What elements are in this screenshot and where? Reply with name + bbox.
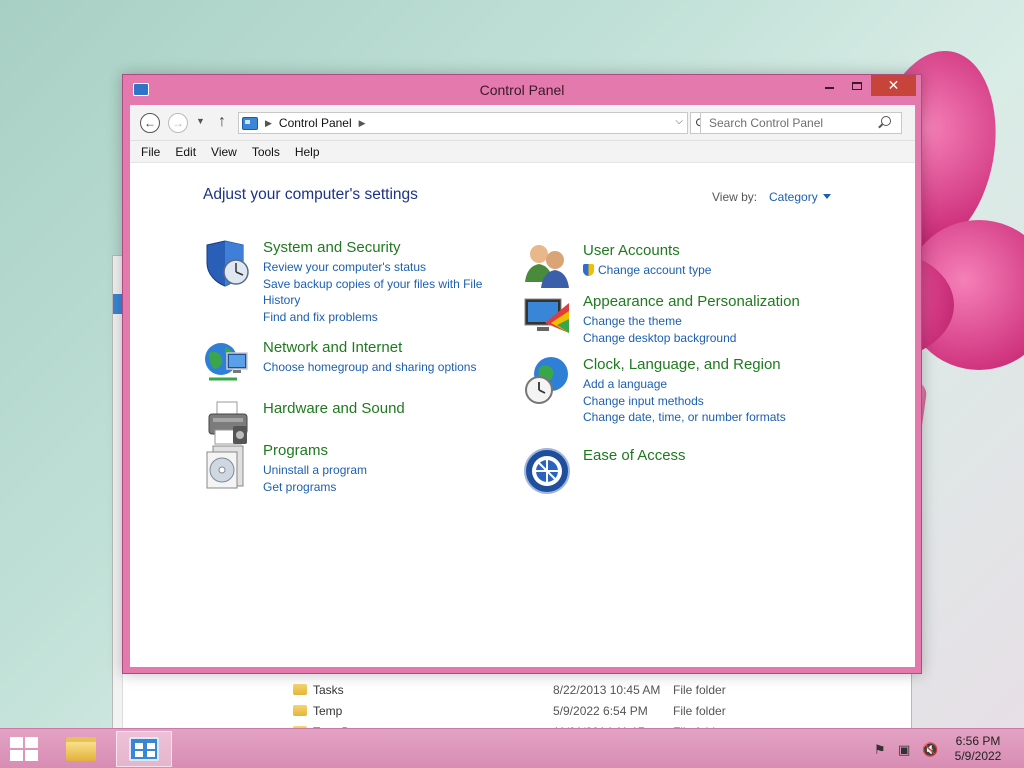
- taskbar-file-explorer[interactable]: [53, 731, 109, 767]
- category-link[interactable]: Change account type: [583, 262, 823, 279]
- file-list-row[interactable]: Temp 5/9/2022 6:54 PM File folder: [293, 700, 853, 721]
- chevron-down-icon[interactable]: ⌵: [675, 116, 683, 127]
- up-arrow-icon: ↑: [218, 113, 226, 130]
- clock-date: 5/9/2022: [954, 749, 1002, 763]
- search-input[interactable]: [700, 112, 902, 134]
- category-link[interactable]: Uninstall a program: [263, 462, 503, 479]
- chevron-down-icon[interactable]: [823, 194, 831, 199]
- search-icon[interactable]: [881, 116, 891, 126]
- network-icon[interactable]: ▣: [898, 742, 910, 758]
- category-link[interactable]: Add a language: [583, 376, 823, 393]
- uac-shield-icon: [583, 264, 594, 276]
- maximize-button[interactable]: [843, 75, 871, 96]
- view-by-dropdown[interactable]: Category: [769, 190, 818, 204]
- file-type: File folder: [673, 682, 726, 697]
- category-link[interactable]: Get programs: [263, 479, 503, 496]
- category-link[interactable]: Review your computer's status: [263, 259, 503, 276]
- category-link[interactable]: Choose homegroup and sharing options: [263, 359, 503, 376]
- navigation-bar: ← → ▼ ↑ ▶ Control Panel ▶ ⌵ ⟳: [130, 105, 915, 141]
- breadcrumb-separator-icon[interactable]: ▶: [265, 118, 272, 129]
- category-title[interactable]: Appearance and Personalization: [583, 293, 823, 311]
- main-content: Adjust your computer's settings View by:…: [130, 163, 915, 667]
- forward-arrow-icon: →: [172, 116, 184, 130]
- category-title[interactable]: User Accounts: [583, 242, 823, 260]
- control-panel-icon: [129, 737, 159, 761]
- clock-globe-icon: [525, 357, 568, 404]
- printer-icon: [208, 401, 248, 445]
- file-type: File folder: [673, 703, 726, 718]
- clock-time: 6:56 PM: [955, 734, 1001, 748]
- category-title[interactable]: Network and Internet: [263, 339, 503, 357]
- back-button[interactable]: ←: [140, 113, 160, 133]
- category-title[interactable]: Ease of Access: [583, 447, 823, 465]
- title-bar[interactable]: Control Panel ✕: [123, 75, 921, 105]
- breadcrumb-separator-icon[interactable]: ▶: [359, 118, 366, 129]
- file-list-row[interactable]: Tasks 8/22/2013 10:45 AM File folder: [293, 679, 853, 700]
- ease-of-access-icon: [524, 448, 570, 494]
- category-link[interactable]: Change date, time, or number formats: [583, 409, 823, 426]
- taskbar-control-panel[interactable]: [116, 731, 172, 767]
- up-button[interactable]: ↑: [218, 113, 226, 131]
- minimize-icon: [824, 86, 834, 89]
- file-date: 5/9/2022 6:54 PM: [553, 703, 648, 718]
- volume-muted-icon[interactable]: 🔇: [922, 742, 938, 758]
- users-icon: [525, 245, 569, 288]
- category-link[interactable]: Change input methods: [583, 393, 823, 410]
- control-panel-icon: [242, 116, 258, 130]
- programs-disc-icon: [206, 445, 244, 489]
- network-globe-icon: [205, 343, 248, 381]
- breadcrumb-control-panel[interactable]: Control Panel: [279, 116, 352, 130]
- window-title: Control Panel: [479, 82, 565, 98]
- forward-button[interactable]: →: [168, 113, 188, 133]
- folder-icon: [293, 684, 307, 695]
- close-icon: ✕: [887, 77, 900, 93]
- address-bar[interactable]: ▶ Control Panel ▶ ⌵: [238, 112, 688, 134]
- file-name: Tasks: [313, 682, 344, 697]
- category-title[interactable]: Programs: [263, 442, 503, 460]
- category-link[interactable]: Change desktop background: [583, 330, 823, 347]
- minimize-button[interactable]: [815, 75, 843, 96]
- file-name: Temp: [313, 703, 343, 718]
- system-clock[interactable]: 6:56 PM 5/9/2022: [944, 734, 1012, 764]
- taskbar: ⚑ ▣ 🔇 6:56 PM 5/9/2022: [0, 728, 1024, 768]
- recent-locations-dropdown[interactable]: ▼: [196, 116, 205, 126]
- back-arrow-icon: ←: [144, 116, 156, 130]
- menu-help[interactable]: Help: [295, 145, 320, 159]
- category-title[interactable]: System and Security: [263, 239, 503, 257]
- category-title[interactable]: Clock, Language, and Region: [583, 356, 823, 374]
- file-date: 8/22/2013 10:45 AM: [553, 682, 661, 697]
- maximize-icon: [852, 81, 862, 90]
- menu-file[interactable]: File: [141, 145, 160, 159]
- control-panel-window[interactable]: Control Panel ✕ ← → ▼ ↑ ▶ Control Panel …: [122, 74, 922, 674]
- monitor-palette-icon: [524, 298, 569, 333]
- page-title: Adjust your computer's settings: [203, 186, 418, 203]
- category-link[interactable]: Find and fix problems: [263, 309, 503, 326]
- folder-icon: [66, 737, 96, 761]
- start-button[interactable]: [10, 737, 40, 761]
- category-link[interactable]: Change the theme: [583, 313, 823, 330]
- category-title[interactable]: Hardware and Sound: [263, 400, 503, 418]
- action-center-flag-icon[interactable]: ⚑: [874, 742, 886, 758]
- window-client-area: ← → ▼ ↑ ▶ Control Panel ▶ ⌵ ⟳ File Edit …: [130, 105, 915, 667]
- menu-view[interactable]: View: [211, 145, 237, 159]
- menu-edit[interactable]: Edit: [175, 145, 196, 159]
- shield-icon: [206, 240, 249, 287]
- close-button[interactable]: ✕: [871, 75, 916, 96]
- view-by-label: View by:: [712, 190, 758, 204]
- menu-bar: File Edit View Tools Help: [130, 141, 915, 163]
- menu-tools[interactable]: Tools: [252, 145, 280, 159]
- folder-icon: [293, 705, 307, 716]
- category-link[interactable]: Save backup copies of your files with Fi…: [263, 276, 503, 309]
